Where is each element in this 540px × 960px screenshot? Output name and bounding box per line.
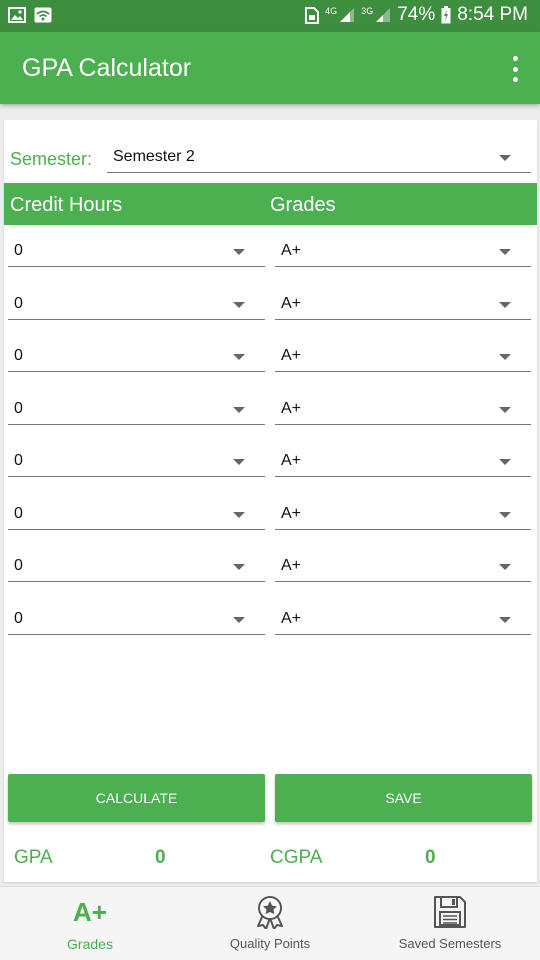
grade-value: A+	[281, 557, 302, 574]
status-bar: 4G 3G 74% 8:54 PM	[0, 0, 540, 32]
clock: 8:54 PM	[457, 4, 528, 25]
dropdown-arrow-icon	[233, 459, 245, 465]
dropdown-arrow-icon	[499, 511, 511, 518]
grade-value: A+	[281, 242, 302, 259]
dropdown-arrow-icon	[233, 564, 245, 570]
dropdown-arrow-icon	[499, 459, 511, 465]
gpa-value: 0	[155, 847, 166, 868]
app-title: GPA Calculator	[22, 54, 192, 82]
battery-charging-icon	[441, 6, 451, 24]
dropdown-arrow-icon	[233, 511, 245, 518]
network-type-2: 3G	[361, 5, 374, 16]
grade-value: A+	[281, 504, 302, 522]
grade-value: A+	[281, 294, 302, 312]
credit-hours-dropdown[interactable]: 0	[8, 496, 265, 530]
status-notification-icons	[8, 7, 52, 23]
nav-item-saved-semesters[interactable]: Saved Semesters	[360, 887, 540, 960]
grade-dropdown[interactable]: A+	[275, 496, 531, 530]
dropdown-arrow-icon	[233, 301, 245, 308]
wifi-notification-icon	[34, 7, 52, 23]
nav-label-grades: Grades	[67, 936, 113, 952]
credit-hours-dropdown[interactable]: 0	[8, 233, 265, 267]
dropdown-arrow-icon	[233, 354, 245, 360]
nav-label-quality-points: Quality Points	[229, 936, 311, 951]
dropdown-arrow-icon	[499, 155, 511, 161]
credit-hours-value: 0	[14, 294, 23, 312]
grade-value: A+	[281, 609, 302, 627]
save-button[interactable]: SAVE	[275, 774, 532, 822]
grade-dropdown[interactable]: A+	[275, 548, 531, 582]
credit-hours-value: 0	[14, 399, 23, 417]
semester-selected-value: Semester 2	[113, 148, 195, 165]
grade-value: A+	[281, 399, 302, 417]
credit-hours-value: 0	[14, 609, 23, 627]
battery-percent: 74%	[397, 4, 436, 25]
dropdown-arrow-icon	[499, 301, 511, 308]
credit-hours-value: 0	[14, 557, 23, 574]
grade-value: A+	[281, 452, 302, 469]
status-system-icons: 4G 3G 74% 8:54 PM	[305, 4, 528, 26]
credit-hours-value: 0	[14, 347, 23, 364]
grade-dropdown[interactable]: A+	[275, 233, 531, 267]
credit-hours-value: 0	[14, 504, 23, 522]
grade-dropdown[interactable]: A+	[275, 443, 531, 477]
nav-item-quality-points[interactable]: Quality Points	[180, 887, 360, 960]
credit-hours-value: 0	[14, 242, 23, 259]
table-header: Credit Hours Grades	[4, 183, 537, 225]
network-type-1: 4G	[325, 5, 338, 16]
dropdown-arrow-icon	[499, 616, 511, 623]
dropdown-arrow-icon	[499, 249, 511, 255]
signal-strength-icon-2	[376, 8, 391, 22]
credit-hours-dropdown[interactable]: 0	[8, 286, 265, 320]
semester-label: Semester:	[10, 149, 93, 169]
bottom-navigation: A+ Grades Quality Points Saved Semesters	[0, 886, 540, 960]
image-notification-icon	[8, 7, 26, 23]
grade-dropdown[interactable]: A+	[275, 286, 531, 320]
credit-hours-dropdown[interactable]: 0	[8, 338, 265, 372]
grades-header: Grades	[270, 194, 336, 216]
cgpa-label: CGPA	[270, 847, 323, 868]
floppy-disk-icon	[434, 896, 466, 928]
dropdown-arrow-icon	[233, 616, 245, 623]
sim-card-icon	[305, 6, 320, 24]
award-ribbon-icon	[257, 896, 283, 929]
nav-item-grades[interactable]: A+ Grades	[0, 887, 180, 960]
credit-hours-dropdown[interactable]: 0	[8, 391, 265, 425]
cgpa-value: 0	[425, 847, 436, 868]
aplus-icon: A+	[73, 897, 107, 927]
credit-hours-header: Credit Hours	[10, 194, 123, 216]
credit-hours-dropdown[interactable]: 0	[8, 548, 265, 582]
dropdown-arrow-icon	[499, 564, 511, 570]
gpa-label: GPA	[14, 847, 53, 868]
calculator-card: Semester: Semester 2 Credit Hours Grades…	[4, 120, 537, 882]
credit-hours-dropdown[interactable]: 0	[8, 443, 265, 477]
grade-dropdown[interactable]: A+	[275, 338, 531, 372]
dropdown-arrow-icon	[499, 354, 511, 360]
grade-value: A+	[281, 347, 302, 364]
calculate-button[interactable]: CALCULATE	[8, 774, 265, 822]
dropdown-arrow-icon	[233, 406, 245, 413]
app-bar: GPA Calculator	[0, 32, 540, 104]
credit-hours-dropdown[interactable]: 0	[8, 601, 265, 635]
semester-dropdown[interactable]: Semester 2	[107, 139, 531, 173]
grade-dropdown[interactable]: A+	[275, 391, 531, 425]
signal-strength-icon	[340, 8, 355, 22]
credit-hours-value: 0	[14, 452, 23, 469]
nav-label-saved-semesters: Saved Semesters	[398, 936, 502, 951]
grade-dropdown[interactable]: A+	[275, 601, 531, 635]
dropdown-arrow-icon	[499, 406, 511, 413]
dropdown-arrow-icon	[233, 249, 245, 255]
overflow-menu-icon[interactable]	[510, 56, 520, 82]
